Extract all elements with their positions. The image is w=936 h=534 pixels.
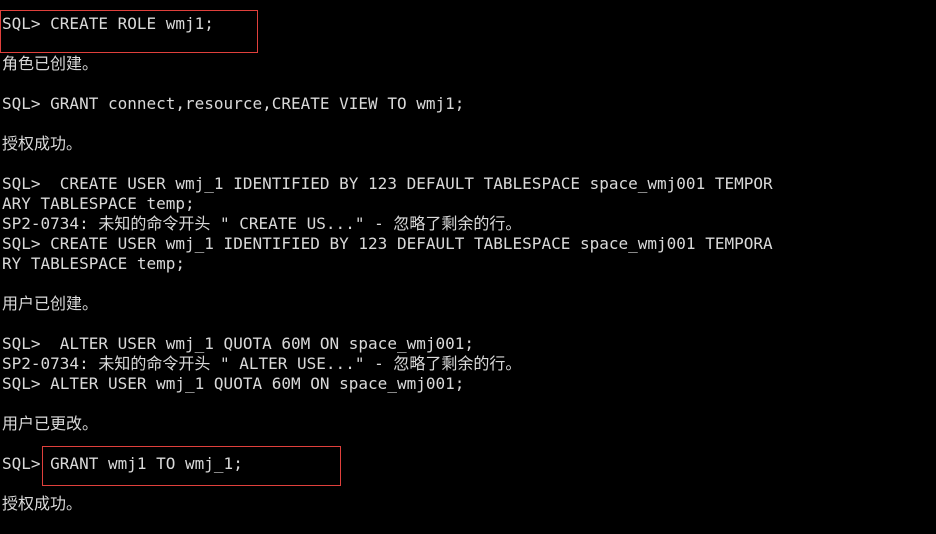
output-role-created: 角色已创建。	[2, 54, 99, 73]
highlight-box-create-role	[0, 10, 258, 53]
output-user-created: 用户已创建。	[2, 294, 99, 313]
sqlplus-terminal-window[interactable]: SQL> CREATE ROLE wmj1; 角色已创建。 SQL> GRANT…	[0, 0, 936, 534]
error-unknown-command-create: SP2-0734: 未知的命令开头 " CREATE US..." - 忽略了剩…	[2, 214, 522, 233]
sql-command-create-user-wrap: RY TABLESPACE temp;	[2, 254, 186, 273]
sql-command-create-user-failed-wrap: ARY TABLESPACE temp;	[2, 194, 195, 213]
output-user-altered: 用户已更改。	[2, 414, 99, 433]
error-unknown-command-alter: SP2-0734: 未知的命令开头 " ALTER USE..." - 忽略了剩…	[2, 354, 522, 373]
sql-command-create-user: SQL> CREATE USER wmj_1 IDENTIFIED BY 123…	[2, 234, 773, 253]
sql-command-grant-privileges: SQL> GRANT connect,resource,CREATE VIEW …	[2, 94, 465, 113]
highlight-box-grant-role	[42, 446, 341, 486]
output-grant-succeeded: 授权成功。	[2, 134, 83, 153]
sql-command-alter-user: SQL> ALTER USER wmj_1 QUOTA 60M ON space…	[2, 374, 465, 393]
sql-command-alter-user-failed: SQL> ALTER USER wmj_1 QUOTA 60M ON space…	[2, 334, 475, 353]
sql-command-create-user-failed: SQL> CREATE USER wmj_1 IDENTIFIED BY 123…	[2, 174, 773, 193]
output-grant-role-succeeded: 授权成功。	[2, 494, 83, 513]
